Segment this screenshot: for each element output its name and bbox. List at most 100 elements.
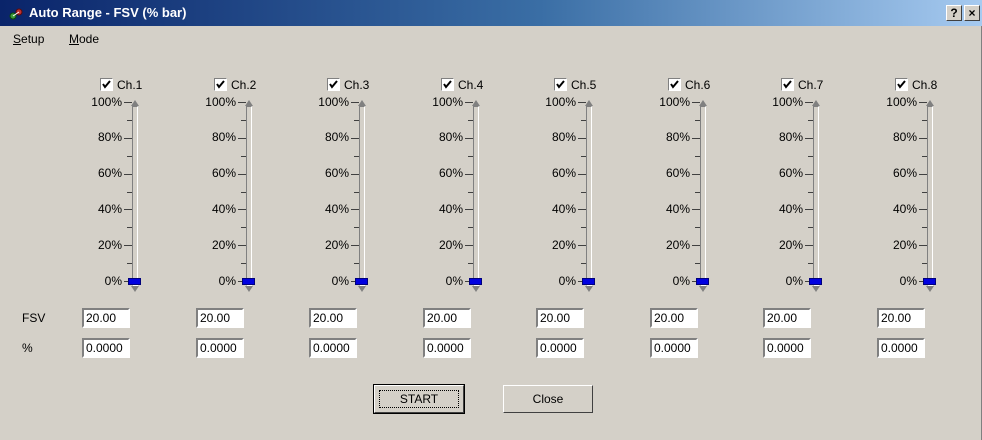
range-slider-track[interactable] (813, 106, 819, 286)
fsv-input[interactable]: 20.00 (309, 308, 357, 328)
tick-mark (919, 138, 927, 139)
tick-label: 60% (438, 166, 463, 180)
channel-label: Ch.8 (912, 78, 938, 92)
tick-label: 40% (551, 202, 576, 216)
fsv-input[interactable]: 20.00 (196, 308, 244, 328)
close-button[interactable]: Close (503, 385, 593, 413)
range-slider-track[interactable] (132, 106, 138, 286)
slider-thumb[interactable] (696, 278, 709, 285)
start-button[interactable]: START (373, 384, 465, 414)
percent-input[interactable]: 0.0000 (763, 338, 811, 358)
slider-thumb[interactable] (128, 278, 141, 285)
tick-mark (465, 174, 473, 175)
tick-mark (692, 209, 700, 210)
fsv-input[interactable]: 20.00 (423, 308, 471, 328)
fsv-input[interactable]: 20.00 (650, 308, 698, 328)
checkbox-box[interactable] (327, 78, 340, 91)
slider-thumb[interactable] (242, 278, 255, 285)
checkbox-box[interactable] (554, 78, 567, 91)
checkbox-box[interactable] (214, 78, 227, 91)
percent-input[interactable]: 0.0000 (877, 338, 925, 358)
close-window-button[interactable]: × (964, 5, 980, 21)
tick-mark (578, 245, 586, 246)
tick-mark (805, 174, 813, 175)
menu-mode-label: ode (79, 32, 100, 46)
range-slider-track[interactable] (473, 106, 479, 286)
percent-input[interactable]: 0.0000 (536, 338, 584, 358)
tick-label: 0% (899, 274, 917, 288)
menu-setup[interactable]: Setup (13, 32, 44, 46)
range-slider-track[interactable] (927, 106, 933, 286)
channel-label: Ch.6 (685, 78, 711, 92)
slider-top-arrow-icon (472, 100, 480, 106)
tick-mark (351, 138, 359, 139)
help-button[interactable]: ? (946, 5, 962, 21)
tick-label: 20% (665, 238, 690, 252)
channel-4: Ch.4 100% 80% 60% 40% 20% 0% 20.00 0.0000 (423, 78, 519, 368)
title-bar[interactable]: Auto Range - FSV (% bar) ? × (0, 0, 982, 26)
range-slider-track[interactable] (359, 106, 365, 286)
tick-mark (238, 138, 246, 139)
tick-label: 80% (892, 130, 917, 144)
tick-mark (578, 174, 586, 175)
tick-label: 60% (665, 166, 690, 180)
tick-mark (465, 245, 473, 246)
menu-mode[interactable]: Mode (69, 32, 99, 46)
tick-label: 20% (324, 238, 349, 252)
tick-label: 80% (438, 130, 463, 144)
slider-thumb[interactable] (582, 278, 595, 285)
tick-mark (238, 174, 246, 175)
window-title: Auto Range - FSV (% bar) (29, 5, 187, 20)
range-slider-track[interactable] (586, 106, 592, 286)
tick-label: 0% (104, 274, 122, 288)
percent-input[interactable]: 0.0000 (423, 338, 471, 358)
slider-bottom-arrow-icon (699, 286, 707, 292)
channel-2: Ch.2 100% 80% 60% 40% 20% 0% 20.00 0.0000 (196, 78, 292, 368)
slider-thumb[interactable] (809, 278, 822, 285)
tick-label: 60% (97, 166, 122, 180)
tick-label: 100% (318, 95, 349, 109)
slider-bottom-arrow-icon (585, 286, 593, 292)
tick-label: 20% (778, 238, 803, 252)
slider-bottom-arrow-icon (245, 286, 253, 292)
tick-label: 80% (324, 130, 349, 144)
fsv-input[interactable]: 20.00 (536, 308, 584, 328)
tick-label: 60% (324, 166, 349, 180)
menu-mode-accel: M (69, 32, 79, 46)
tick-label: 60% (778, 166, 803, 180)
slider-thumb[interactable] (355, 278, 368, 285)
percent-input[interactable]: 0.0000 (82, 338, 130, 358)
tick-mark (124, 138, 132, 139)
fsv-input[interactable]: 20.00 (763, 308, 811, 328)
tick-mark (124, 174, 132, 175)
tick-label: 100% (772, 95, 803, 109)
tick-label: 40% (438, 202, 463, 216)
channel-label: Ch.5 (571, 78, 597, 92)
tick-label: 40% (324, 202, 349, 216)
range-slider-track[interactable] (700, 106, 706, 286)
slider-thumb[interactable] (469, 278, 482, 285)
checkbox-box[interactable] (100, 78, 113, 91)
percent-input[interactable]: 0.0000 (650, 338, 698, 358)
tick-mark (692, 245, 700, 246)
percent-input[interactable]: 0.0000 (309, 338, 357, 358)
tick-label: 60% (892, 166, 917, 180)
tick-label: 0% (218, 274, 236, 288)
fsv-input[interactable]: 20.00 (877, 308, 925, 328)
app-icon (9, 7, 23, 21)
checkbox-box[interactable] (781, 78, 794, 91)
tick-mark (124, 245, 132, 246)
slider-thumb[interactable] (923, 278, 936, 285)
range-slider-track[interactable] (246, 106, 252, 286)
checkbox-box[interactable] (895, 78, 908, 91)
tick-mark (692, 138, 700, 139)
tick-label: 0% (445, 274, 463, 288)
checkbox-box[interactable] (668, 78, 681, 91)
percent-input[interactable]: 0.0000 (196, 338, 244, 358)
channel-label: Ch.7 (798, 78, 824, 92)
menu-setup-accel: S (13, 32, 22, 46)
fsv-input[interactable]: 20.00 (82, 308, 130, 328)
tick-mark (805, 138, 813, 139)
checkbox-box[interactable] (441, 78, 454, 91)
tick-label: 20% (97, 238, 122, 252)
